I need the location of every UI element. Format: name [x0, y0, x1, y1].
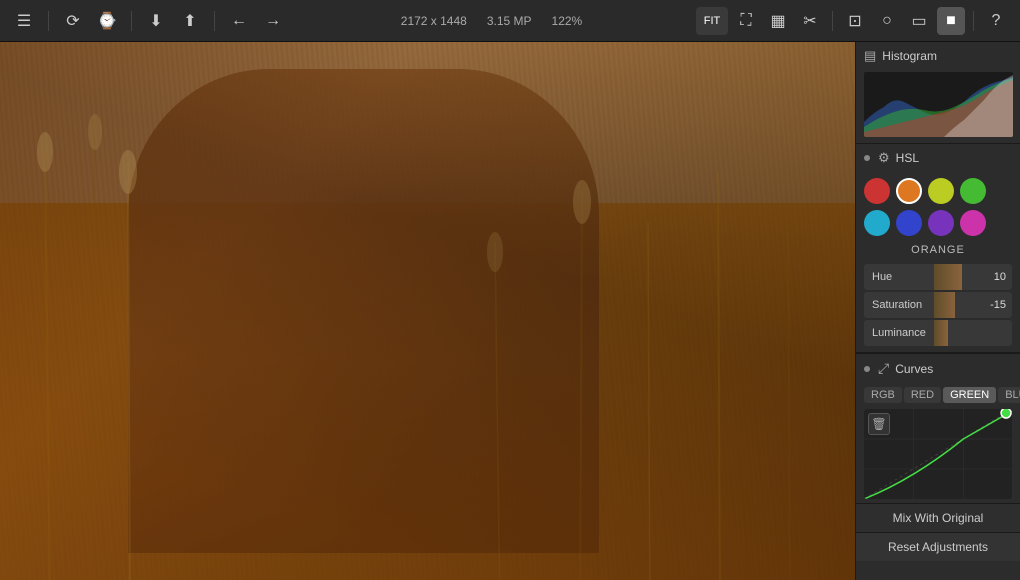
tab-blue[interactable]: BLUE: [998, 387, 1020, 403]
image-dimensions: 2172 x 1448: [401, 14, 467, 28]
swatch-cyan[interactable]: [864, 210, 890, 236]
saturation-track[interactable]: [934, 292, 984, 318]
curves-dot: [864, 366, 870, 372]
curves-tabs: RGB RED GREEN BLUE: [856, 383, 1020, 407]
swatch-purple[interactable]: [928, 210, 954, 236]
hue-track[interactable]: [934, 264, 984, 290]
histogram-title: Histogram: [882, 49, 937, 63]
canvas-area[interactable]: [0, 42, 855, 580]
hue-slider[interactable]: Hue 10: [864, 264, 1012, 290]
histogram-section: ▤ Histogram: [856, 42, 1020, 144]
reset-adjustments-button[interactable]: Reset Adjustments: [856, 532, 1020, 561]
hsl-header[interactable]: ⚙ HSL: [856, 144, 1020, 172]
curves-icon: ⤢: [878, 360, 889, 377]
luminance-label: Luminance: [864, 327, 934, 339]
histogram-icon: ▤: [864, 48, 876, 64]
scissors-icon[interactable]: ✂: [796, 7, 824, 35]
hsl-icon: ⚙: [878, 150, 890, 166]
image-info: 2172 x 1448 3.15 MP 122%: [293, 14, 690, 28]
luminance-fill: [934, 320, 948, 346]
panels-icon[interactable]: ▭: [905, 7, 933, 35]
curves-delete-button[interactable]: 🗑: [868, 413, 890, 435]
swatch-green[interactable]: [960, 178, 986, 204]
swatch-magenta[interactable]: [960, 210, 986, 236]
right-panel: ▤ Histogram ⚙ HSL: [855, 42, 1020, 580]
toolbar-separator-4: [832, 11, 833, 31]
color-swatches: [856, 172, 1020, 242]
undo-icon[interactable]: ←: [225, 7, 253, 35]
upload-icon[interactable]: ⬆: [176, 7, 204, 35]
sync-icon[interactable]: ⟳: [59, 7, 87, 35]
saturation-label: Saturation: [864, 299, 934, 311]
image-megapixels: 3.15 MP: [487, 14, 532, 28]
tab-red[interactable]: RED: [904, 387, 941, 403]
hue-value: 10: [984, 271, 1012, 283]
curves-display[interactable]: 🗑: [864, 409, 1012, 499]
bottom-buttons: Mix With Original Reset Adjustments: [856, 503, 1020, 561]
history-icon[interactable]: ⌚: [93, 7, 121, 35]
luminance-track[interactable]: [934, 320, 984, 346]
hsl-section: ⚙ HSL ORANGE Hue 10: [856, 144, 1020, 353]
help-icon[interactable]: ?: [982, 7, 1010, 35]
hsl-dot: [864, 155, 870, 161]
toolbar-separator-3: [214, 11, 215, 31]
toolbar: ☰ ⟳ ⌚ ⬇ ⬆ ← → 2172 x 1448 3.15 MP 122% F…: [0, 0, 1020, 42]
histogram-header[interactable]: ▤ Histogram: [856, 42, 1020, 70]
reeds-svg: [0, 42, 855, 580]
selected-color-label: ORANGE: [856, 242, 1020, 262]
saturation-slider[interactable]: Saturation -15: [864, 292, 1012, 318]
fullscreen-icon[interactable]: ⛶: [732, 7, 760, 35]
swatch-yellow[interactable]: [928, 178, 954, 204]
mix-with-original-button[interactable]: Mix With Original: [856, 503, 1020, 532]
toolbar-right: FIT ⛶ ▦ ✂ ⊡ ○ ▭ ■ ?: [696, 7, 1010, 35]
image-zoom: 122%: [552, 14, 583, 28]
hue-label: Hue: [864, 271, 934, 283]
tab-green[interactable]: GREEN: [943, 387, 996, 403]
curves-section: ⤢ Curves RGB RED GREEN BLUE 🗑: [856, 353, 1020, 503]
swatch-red[interactable]: [864, 178, 890, 204]
grid-icon[interactable]: ▦: [764, 7, 792, 35]
histogram-svg: [864, 72, 1013, 137]
fit-button[interactable]: FIT: [696, 7, 728, 35]
swatch-blue[interactable]: [896, 210, 922, 236]
hsl-title: HSL: [896, 151, 919, 165]
hue-fill: [934, 264, 962, 290]
menu-icon[interactable]: ☰: [10, 7, 38, 35]
curves-title: Curves: [895, 362, 933, 376]
black-icon[interactable]: ■: [937, 7, 965, 35]
swatch-orange[interactable]: [896, 178, 922, 204]
tab-rgb[interactable]: RGB: [864, 387, 902, 403]
luminance-slider[interactable]: Luminance: [864, 320, 1012, 346]
download-icon[interactable]: ⬇: [142, 7, 170, 35]
saturation-value: -15: [984, 299, 1012, 311]
main-area: ▤ Histogram ⚙ HSL: [0, 42, 1020, 580]
crop-icon[interactable]: ⊡: [841, 7, 869, 35]
saturation-fill: [934, 292, 955, 318]
toolbar-separator: [48, 11, 49, 31]
curves-header[interactable]: ⤢ Curves: [856, 354, 1020, 383]
toolbar-separator-2: [131, 11, 132, 31]
circle-icon[interactable]: ○: [873, 7, 901, 35]
redo-icon[interactable]: →: [259, 7, 287, 35]
histogram-display: [864, 72, 1013, 137]
toolbar-separator-5: [973, 11, 974, 31]
photo-display: [0, 42, 855, 580]
